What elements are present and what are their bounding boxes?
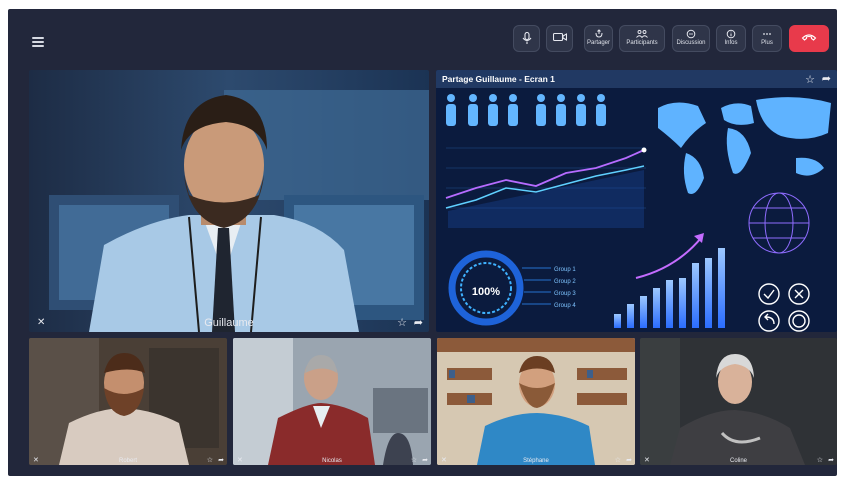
forward-arrow-icon[interactable]: ➦ [414, 316, 423, 329]
forward-arrow-icon[interactable]: ➦ [828, 456, 834, 464]
chat-icon [686, 29, 696, 39]
participant-tile[interactable]: ✕ Stéphane ☆ ➦ [437, 338, 635, 465]
star-icon[interactable]: ☆ [411, 456, 417, 464]
info-icon [726, 29, 736, 39]
share-icon [595, 29, 602, 38]
main-video-tile[interactable]: ✕ Guillaume ☆ ➦ [29, 70, 429, 332]
more-icon [763, 33, 771, 35]
participant-name: Coline [729, 458, 747, 464]
star-icon[interactable]: ☆ [805, 73, 815, 86]
participant-tile[interactable]: ✕ Coline ☆ ➦ [640, 338, 837, 465]
participant-name: Nicolas [322, 458, 342, 464]
participants-label: Participants [626, 40, 658, 46]
chat-button[interactable]: Discussion [672, 25, 710, 52]
chat-label: Discussion [676, 40, 706, 46]
people-icons [446, 94, 606, 126]
participant-video [640, 338, 837, 465]
hang-up-icon [801, 34, 817, 41]
forward-arrow-icon[interactable]: ➦ [422, 456, 428, 464]
info-label: Infos [724, 40, 738, 46]
participant-video [437, 338, 635, 465]
percent-value: 100% [471, 286, 501, 298]
star-icon[interactable]: ☆ [207, 456, 213, 464]
forward-arrow-icon[interactable]: ➦ [626, 456, 632, 464]
participant-video [29, 338, 227, 465]
forward-arrow-icon[interactable]: ➦ [218, 456, 224, 464]
meeting-window: Partager Participants Discussion Infos P… [8, 9, 837, 476]
participants-button[interactable]: Participants [619, 25, 665, 52]
screen-share-tile[interactable]: Partage Guillaume - Ecran 1 ☆ ➦ 100% Gro… [436, 70, 837, 332]
participant-video [233, 338, 431, 465]
speaker-name: Guillaume [204, 317, 254, 329]
group-label: Group 1 [554, 267, 576, 273]
forward-arrow-icon[interactable]: ➦ [822, 72, 831, 85]
info-button[interactable]: Infos [716, 25, 746, 52]
share-button[interactable]: Partager [584, 25, 613, 52]
camera-button[interactable] [546, 25, 573, 52]
group-label: Group 3 [554, 291, 576, 297]
group-label: Group 4 [554, 303, 576, 309]
speaker-video [29, 70, 429, 332]
hamburger-menu-icon[interactable] [32, 37, 44, 47]
screen-share-title: Partage Guillaume - Ecran 1 [436, 70, 837, 88]
microphone-icon [522, 32, 531, 44]
share-label: Partager [586, 40, 610, 46]
participants-icon [636, 30, 648, 39]
participant-tile[interactable]: ✕ Robert ☆ ➦ [29, 338, 227, 465]
more-label: Plus [761, 40, 773, 46]
participant-name: Stéphane [523, 458, 549, 464]
end-call-button[interactable] [789, 25, 829, 52]
star-icon[interactable]: ☆ [817, 456, 823, 464]
star-icon[interactable]: ☆ [615, 456, 621, 464]
star-icon[interactable]: ☆ [397, 316, 407, 329]
camera-icon [552, 32, 567, 42]
participant-tile[interactable]: ✕ Nicolas ☆ ➦ [233, 338, 431, 465]
participant-name: Robert [118, 458, 137, 464]
more-button[interactable]: Plus [752, 25, 782, 52]
group-label: Group 2 [554, 279, 576, 285]
group-legend: Group 1 Group 2 Group 3 Group 4 [554, 264, 576, 312]
microphone-button[interactable] [513, 25, 540, 52]
